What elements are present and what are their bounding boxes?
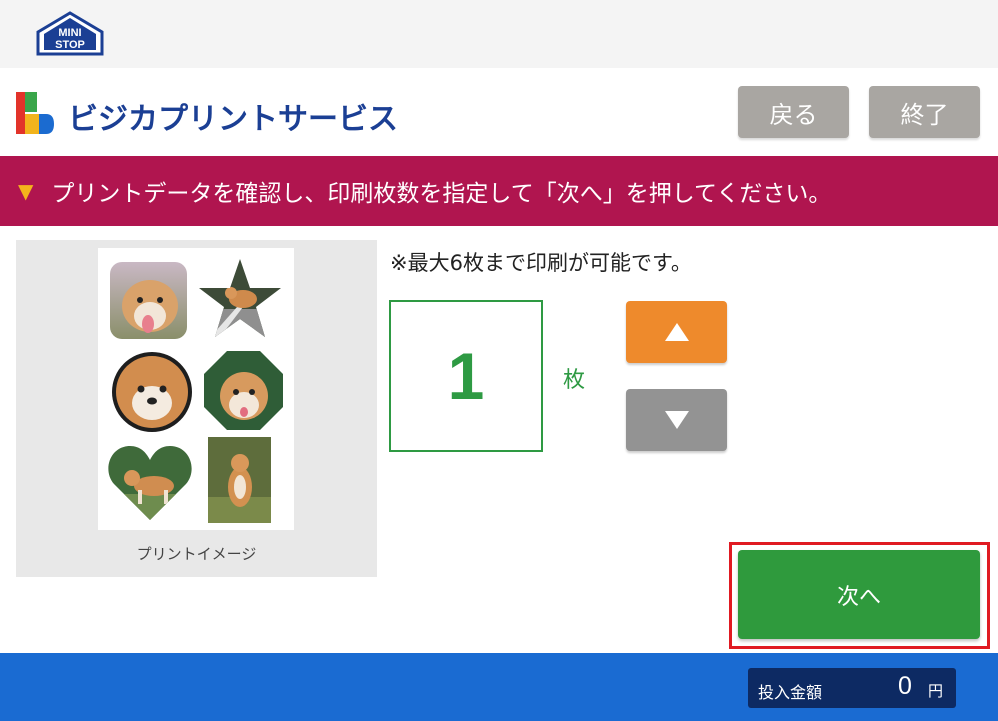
inserted-amount-value: 0 — [898, 672, 912, 700]
dog-photo-circle — [112, 352, 192, 432]
triangle-down-icon: ▼ — [18, 179, 34, 203]
dog-photo-square — [208, 437, 271, 523]
dog-photo-heart — [108, 446, 192, 520]
next-button[interactable]: 次へ — [738, 550, 980, 639]
service-title: ビジカプリントサービス — [68, 102, 398, 137]
increment-button[interactable] — [626, 301, 727, 363]
triangle-up-icon — [664, 323, 689, 341]
decrement-button[interactable] — [626, 389, 727, 451]
service-logo — [16, 92, 54, 134]
dog-photo-rounded — [110, 262, 187, 339]
top-bar — [0, 0, 998, 68]
inserted-amount-label: 投入金額 — [758, 683, 823, 702]
dog-photo-octagon — [204, 351, 283, 430]
inserted-amount-display: 投入金額 0 円 — [748, 668, 956, 708]
copies-unit-label: 枚 — [563, 368, 586, 393]
logo-text-mini: MINI — [58, 27, 81, 39]
max-copies-note: ※最大6枚まで印刷が可能です。 — [390, 251, 692, 275]
triangle-down-icon — [664, 411, 689, 429]
copies-count-display: 1 — [389, 300, 543, 452]
ministop-logo: MINI STOP — [36, 11, 104, 56]
instruction-banner: ▼ プリントデータを確認し、印刷枚数を指定して「次へ」を押してください。 — [0, 156, 998, 226]
dog-photo-star — [199, 259, 281, 337]
inserted-amount-unit: 円 — [928, 682, 944, 700]
preview-caption: プリントイメージ — [136, 545, 257, 563]
back-button[interactable]: 戻る — [738, 86, 849, 138]
end-button[interactable]: 終了 — [869, 86, 980, 138]
logo-text-stop: STOP — [55, 39, 85, 51]
instruction-text: プリントデータを確認し、印刷枚数を指定して「次へ」を押してください。 — [51, 181, 832, 207]
